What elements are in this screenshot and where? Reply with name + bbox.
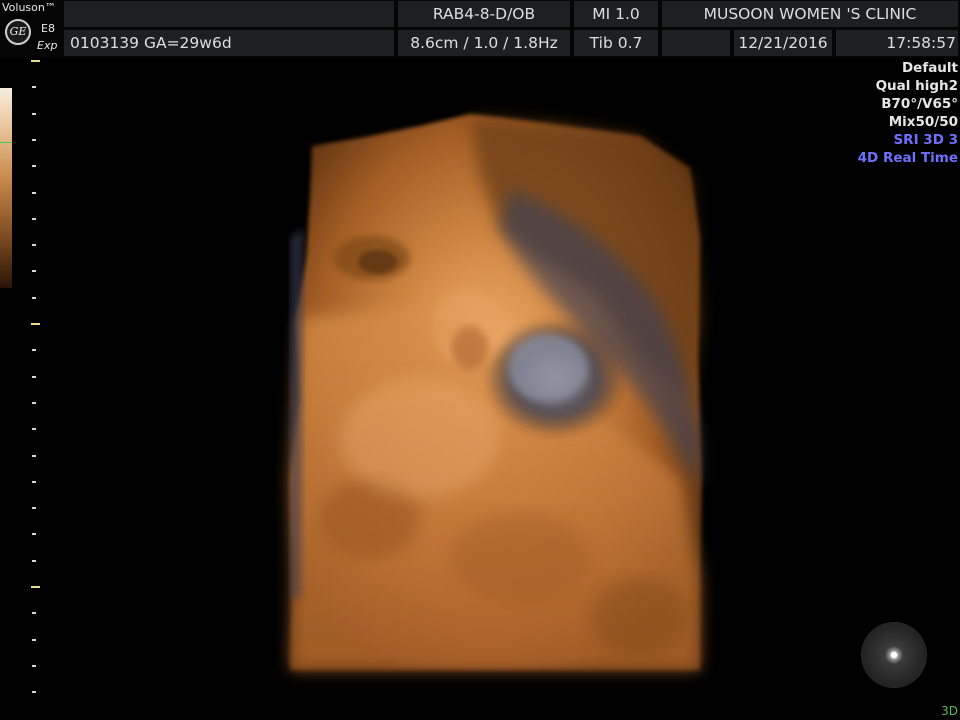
- setting-sri: SRI 3D 3: [893, 132, 958, 148]
- brand-name: Voluson™: [2, 1, 56, 14]
- exam-date: 12/21/2016: [734, 30, 832, 56]
- model-name: E8: [41, 22, 55, 35]
- render-settings-panel: Default Qual high2 B70°/V65° Mix50/50 SR…: [858, 59, 958, 167]
- status-header: Voluson™ GE E8 Exp RAB4-8-D/OB MI 1.0 MU…: [0, 0, 960, 58]
- clinic-name: MUSOON WOMEN 'S CLINIC: [662, 1, 958, 27]
- mi-value: MI 1.0: [574, 1, 658, 27]
- setting-angles: B70°/V65°: [881, 96, 958, 112]
- setting-preset: Default: [901, 60, 958, 76]
- light-direction-icon[interactable]: [862, 623, 926, 687]
- fetal-3d-render: [290, 114, 702, 670]
- probe-label: RAB4-8-D/OB: [398, 1, 570, 27]
- patient-ga: 0103139 GA=29w6d: [64, 30, 394, 56]
- model-suffix: Exp: [37, 39, 58, 52]
- view-mode-label: 3D: [941, 704, 958, 718]
- ge-logo-icon: GE: [5, 19, 31, 45]
- setting-mix: Mix50/50: [888, 114, 958, 130]
- tib-value: Tib 0.7: [574, 30, 658, 56]
- scan-params: 8.6cm / 1.0 / 1.8Hz: [398, 30, 570, 56]
- header-spacer: [662, 30, 730, 56]
- setting-mode: 4D Real Time: [857, 150, 958, 166]
- header-blank-cell: [64, 1, 394, 27]
- device-logo-area: Voluson™ GE E8 Exp: [0, 0, 60, 58]
- exam-time: 17:58:57: [836, 30, 958, 56]
- setting-quality: Qual high2: [875, 78, 958, 94]
